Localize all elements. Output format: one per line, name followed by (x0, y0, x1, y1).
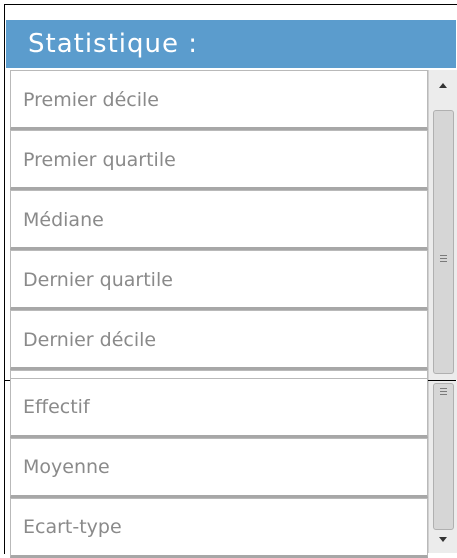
list-item-mediane[interactable]: Médiane (10, 190, 428, 250)
top-scrollbar[interactable] (428, 70, 457, 380)
list-item-premier-quartile[interactable]: Premier quartile (10, 130, 428, 190)
bottom-scrollbar[interactable] (428, 381, 457, 553)
list-item-dernier-quartile[interactable]: Dernier quartile (10, 250, 428, 310)
list-item-moyenne[interactable]: Moyenne (10, 438, 428, 498)
list-item-effectif[interactable]: Effectif (10, 378, 428, 438)
bottom-scroll-thumb[interactable] (433, 383, 454, 530)
scroll-grip-icon (440, 388, 447, 397)
scroll-up-arrow-icon[interactable] (429, 74, 457, 94)
scroll-grip-icon (440, 255, 447, 264)
statistics-title: Statistique : (6, 20, 456, 68)
list-item-ecart-type[interactable]: Ecart-type (10, 498, 428, 558)
top-scroll-thumb[interactable] (433, 110, 454, 374)
list-item-premier-decile[interactable]: Premier décile (10, 70, 428, 130)
scroll-down-arrow-icon[interactable] (429, 531, 457, 551)
list-item-dernier-decile[interactable]: Dernier décile (10, 310, 428, 370)
